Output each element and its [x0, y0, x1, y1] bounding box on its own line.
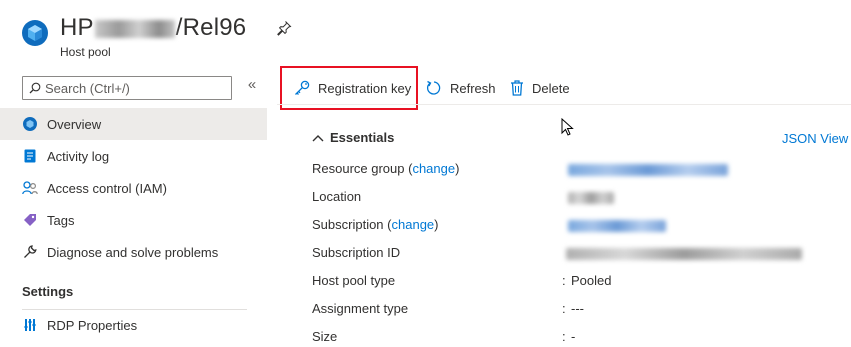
page-subtitle: Host pool [60, 45, 111, 59]
resource-group-change-link[interactable]: change [412, 161, 455, 176]
colon-separator: : [562, 273, 566, 288]
wrench-icon [22, 244, 38, 260]
location-label: Location [312, 189, 362, 204]
resource-group-value[interactable] [568, 164, 728, 176]
sidebar-item-label: Tags [47, 212, 75, 228]
essentials-title: Essentials [330, 130, 395, 145]
sidebar-item-label: Access control (IAM) [47, 180, 167, 196]
overview-icon [22, 116, 38, 132]
page-title-prefix: HP [60, 14, 94, 41]
colon-separator: : [562, 301, 566, 316]
assignment-type-label: Assignment type [312, 301, 409, 316]
subscription-label: Subscription (change) [312, 217, 439, 232]
delete-label: Delete [532, 80, 570, 96]
sidebar-item-rdp-properties[interactable]: RDP Properties [0, 309, 267, 341]
essentials-toggle[interactable]: Essentials [312, 130, 394, 145]
mouse-cursor-icon [561, 118, 574, 136]
sidebar-item-label: Overview [47, 116, 102, 132]
host-pool-type-value: Pooled [571, 273, 612, 288]
sidebar-item-label: RDP Properties [47, 317, 138, 333]
key-icon [295, 80, 310, 95]
sidebar-item-activity-log[interactable]: Activity log [0, 140, 267, 172]
registration-key-button[interactable]: Registration key [294, 76, 411, 100]
collapse-sidebar-button[interactable]: « [244, 76, 260, 98]
size-value: - [571, 329, 576, 344]
chevron-up-icon [312, 134, 324, 141]
sidebar-item-overview[interactable]: Overview [0, 108, 267, 140]
tag-icon [22, 212, 38, 228]
registration-key-label: Registration key [318, 80, 412, 96]
trash-icon [511, 80, 523, 96]
subscription-id-value [566, 248, 802, 260]
subscription-value[interactable] [568, 220, 666, 232]
subscription-id-label: Subscription ID [312, 245, 401, 260]
rdp-properties-icon [22, 317, 38, 333]
assignment-type-value: --- [571, 301, 584, 316]
refresh-label: Refresh [450, 80, 496, 96]
sidebar-item-access-control[interactable]: Access control (IAM) [0, 172, 267, 204]
activity-log-icon [22, 148, 38, 164]
redacted-title-segment [94, 19, 175, 38]
host-pool-icon [22, 20, 48, 46]
refresh-icon [426, 80, 441, 95]
sidebar-item-label: Activity log [47, 148, 110, 164]
property-label-text: Subscription [312, 217, 384, 232]
page-header: HP/Rel96 Host pool [0, 0, 851, 64]
host-pool-type-label: Host pool type [312, 273, 396, 288]
access-control-icon [22, 180, 38, 196]
command-bar-divider [277, 104, 851, 105]
sidebar-item-label: Diagnose and solve problems [47, 244, 219, 260]
location-value [568, 192, 614, 204]
delete-button[interactable]: Delete [510, 76, 570, 100]
subscription-change-link[interactable]: change [392, 217, 435, 232]
settings-section-title: Settings [22, 284, 74, 299]
json-view-link[interactable]: JSON View [782, 131, 848, 146]
colon-separator: : [562, 329, 566, 344]
property-label-text: Resource group [312, 161, 405, 176]
pin-icon[interactable] [276, 20, 292, 36]
page-title: HP/Rel96 [60, 14, 246, 42]
sidebar-item-diagnose[interactable]: Diagnose and solve problems [0, 236, 267, 268]
sidebar-item-tags[interactable]: Tags [0, 204, 267, 236]
sidebar: « Overview Activity log Access control (… [0, 64, 267, 347]
search-input[interactable] [45, 79, 229, 97]
search-box[interactable] [22, 76, 232, 100]
resource-group-label: Resource group (change) [312, 161, 460, 176]
search-icon [29, 82, 41, 94]
refresh-button[interactable]: Refresh [426, 76, 496, 100]
size-label: Size [312, 329, 338, 344]
page-title-suffix: /Rel96 [175, 14, 247, 41]
